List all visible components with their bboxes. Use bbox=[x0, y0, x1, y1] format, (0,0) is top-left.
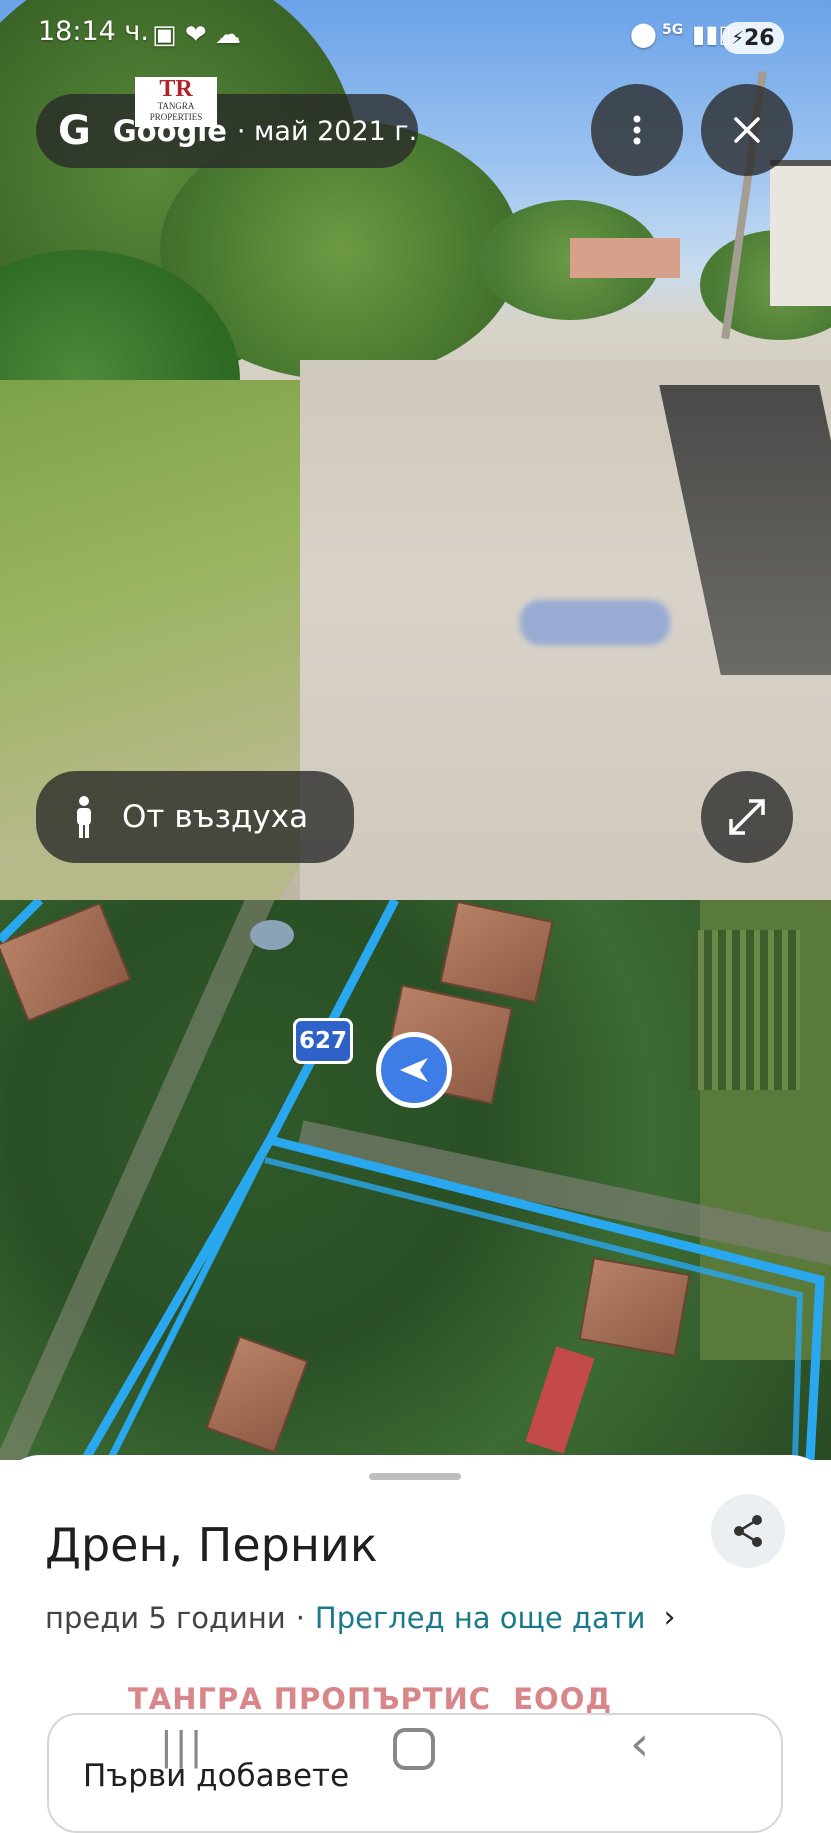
blur-patch bbox=[520, 600, 670, 645]
navigation-arrow-icon bbox=[400, 1058, 428, 1082]
road-number-badge: 627 bbox=[293, 1018, 353, 1064]
add-card-label: Първи добавете bbox=[83, 1758, 350, 1794]
place-title: Дрен, Перник bbox=[45, 1518, 378, 1572]
status-icons: ▣ ❤ ☁ bbox=[152, 20, 241, 50]
imagery-date: · май 2021 г. bbox=[236, 115, 418, 147]
expand-icon bbox=[729, 799, 765, 835]
logo-line-1: TANGRA bbox=[157, 101, 195, 111]
back-icon[interactable]: ‹ bbox=[630, 1716, 649, 1772]
chevron-right-icon[interactable]: › bbox=[663, 1600, 675, 1635]
imagery-age: преди 5 години bbox=[45, 1600, 286, 1635]
close-button[interactable] bbox=[701, 84, 793, 176]
tangra-logo: TR TANGRA PROPERTIES bbox=[135, 77, 217, 127]
battery-level: 26 bbox=[744, 25, 775, 51]
separator: · bbox=[295, 1600, 305, 1635]
aerial-view-button[interactable]: От въздуха bbox=[36, 771, 354, 863]
more-vert-icon bbox=[633, 115, 641, 145]
battery-indicator: ⚡ 26 bbox=[722, 22, 784, 54]
house-roof bbox=[570, 238, 680, 278]
recents-icon[interactable]: ||| bbox=[160, 1724, 204, 1768]
logo-mark: TR bbox=[159, 76, 193, 102]
satellite-map[interactable]: 627 bbox=[0, 900, 831, 1460]
imagery-date-pill: G Google · май 2021 г. bbox=[36, 94, 418, 168]
battery-bolt-icon: ⚡ bbox=[731, 27, 744, 49]
logo-line-2: PROPERTIES bbox=[149, 112, 203, 122]
more-dates-link[interactable]: Преглед на още дати bbox=[315, 1601, 646, 1635]
home-icon[interactable] bbox=[393, 1728, 435, 1770]
expand-button[interactable] bbox=[701, 771, 793, 863]
watermark-text: ТАНГРА ПРОПЪРТИС ЕООД bbox=[128, 1682, 613, 1716]
share-icon bbox=[734, 1515, 762, 1547]
more-options-button[interactable] bbox=[591, 84, 683, 176]
location-arrow-marker[interactable] bbox=[376, 1032, 452, 1108]
close-icon bbox=[734, 117, 760, 143]
street-view-image[interactable]: 18:14 ч. ▣ ❤ ☁ ⬤ 5G ▮▮▯ ⚡ 26 G Google · м… bbox=[0, 0, 831, 900]
house bbox=[770, 160, 831, 306]
share-button[interactable] bbox=[711, 1494, 785, 1568]
sheet-drag-handle[interactable] bbox=[369, 1473, 461, 1480]
network-type: 5G bbox=[662, 22, 684, 38]
route-overlay bbox=[0, 900, 825, 1460]
aerial-view-label: От въздуха bbox=[122, 799, 309, 835]
imagery-info-row: преди 5 години · Преглед на още дати › bbox=[45, 1600, 675, 1635]
pegman-icon bbox=[77, 796, 91, 838]
location-icon: ⬤ bbox=[630, 20, 657, 48]
google-g-icon: G bbox=[58, 108, 91, 154]
status-time: 18:14 ч. bbox=[38, 16, 149, 47]
